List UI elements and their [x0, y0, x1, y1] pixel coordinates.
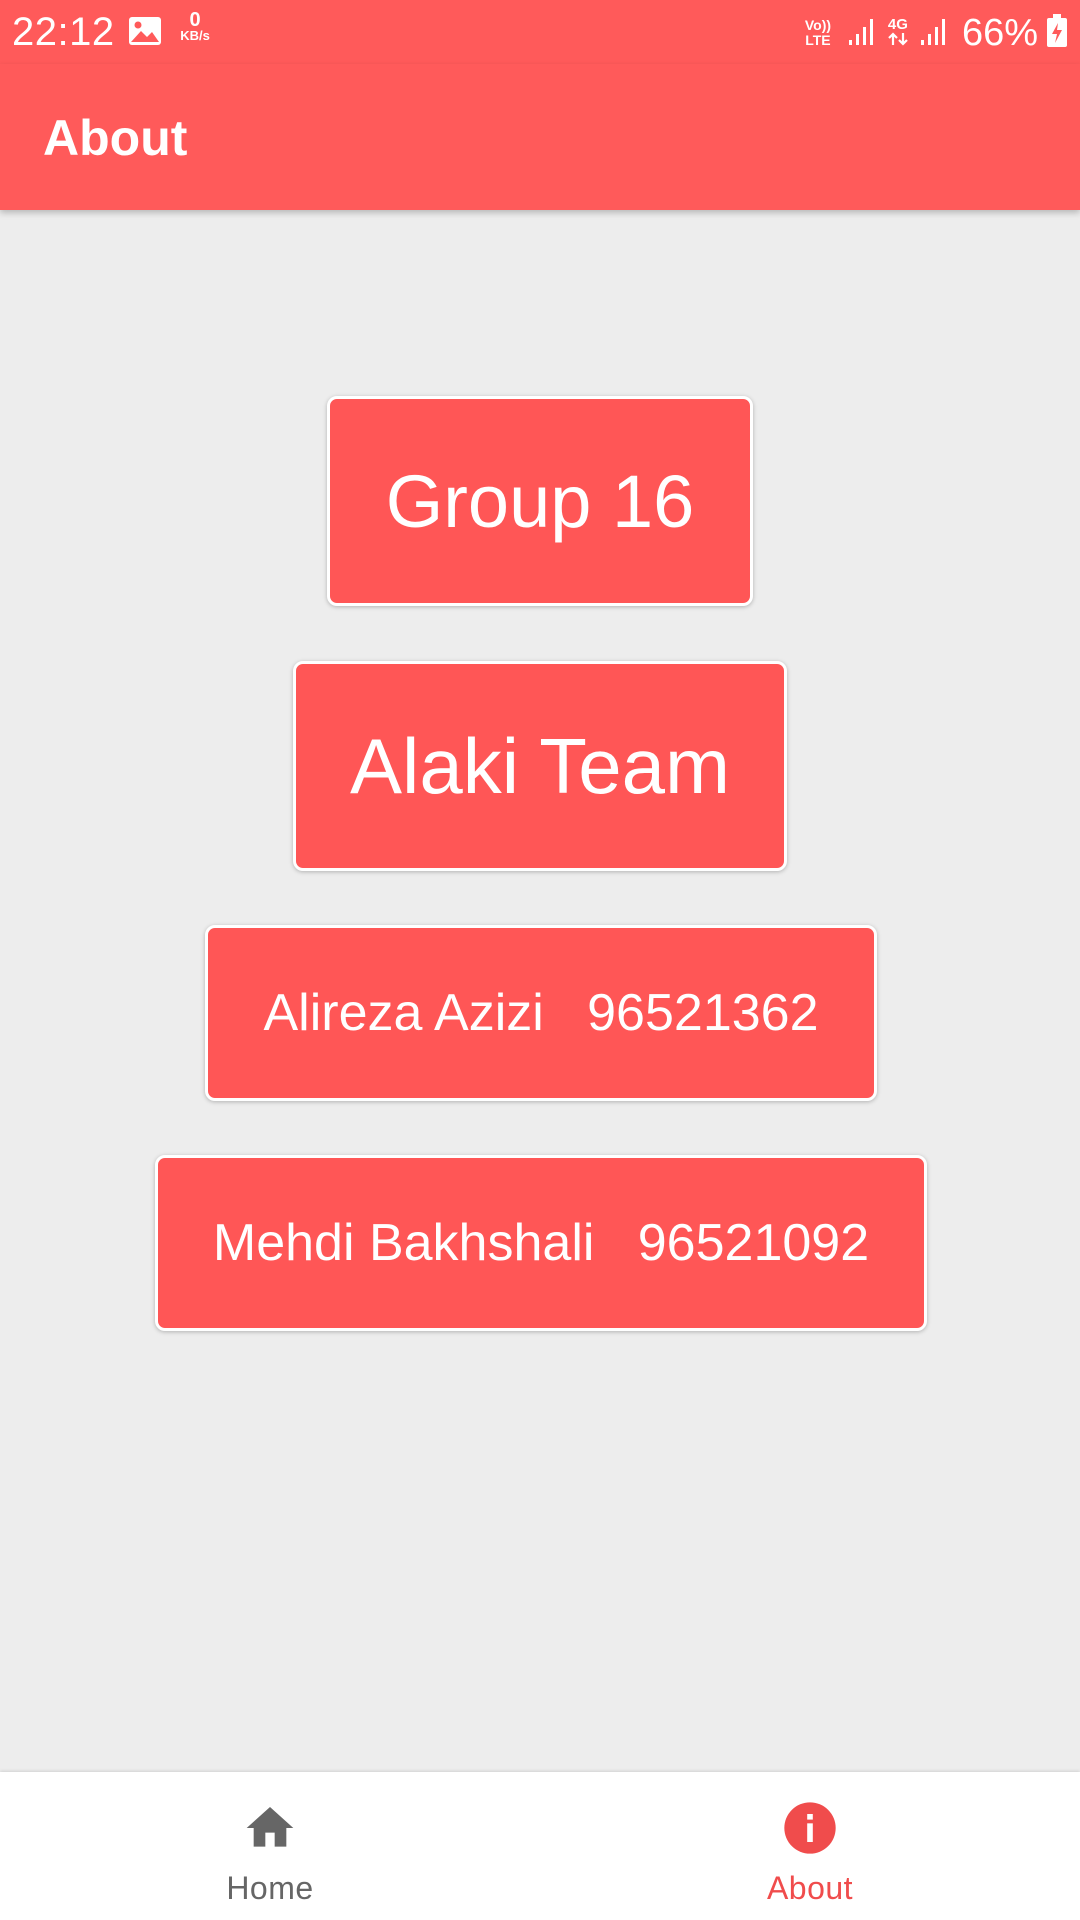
- team-card: Alaki Team: [293, 661, 787, 871]
- page-title: About: [43, 110, 188, 166]
- volte-label-top: Vo)): [804, 17, 832, 33]
- battery-percentage: 66%: [961, 12, 1038, 54]
- member-card-alireza: Alireza Azizi 96521362: [205, 925, 877, 1101]
- network-type: 4G: [887, 16, 908, 33]
- nav-item-about[interactable]: About: [540, 1772, 1080, 1920]
- status-bar: 22:12 0 KB/s Vo)) LTE 4G 66%: [0, 0, 1080, 64]
- nav-label-home: Home: [226, 1870, 314, 1906]
- bottom-navigation: Home About: [0, 1772, 1080, 1920]
- status-icons: Vo)) LTE 4G 66%: [800, 10, 1068, 56]
- volte-icon: Vo)) LTE: [800, 18, 836, 48]
- network-speed: 0 KB/s: [175, 9, 215, 44]
- network-speed-value: 0: [189, 9, 201, 31]
- app-bar: About: [0, 64, 1080, 210]
- group-card: Group 16: [327, 396, 753, 606]
- image-notification-icon: [128, 16, 162, 46]
- member-card-mehdi: Mehdi Bakhshali 96521092: [155, 1155, 927, 1331]
- home-icon: [242, 1800, 298, 1856]
- info-icon: [782, 1800, 838, 1856]
- status-time: 22:12: [12, 10, 115, 54]
- nav-item-home[interactable]: Home: [0, 1772, 540, 1920]
- battery-charging-icon: [1046, 13, 1068, 53]
- signal-strength-icon: [848, 16, 876, 51]
- mobile-data-icon: 4G: [886, 17, 910, 49]
- network-speed-unit: KB/s: [180, 28, 210, 43]
- signal-strength-icon-2: [920, 16, 948, 51]
- nav-label-about: About: [766, 1870, 854, 1906]
- volte-label-bottom: LTE: [805, 32, 831, 48]
